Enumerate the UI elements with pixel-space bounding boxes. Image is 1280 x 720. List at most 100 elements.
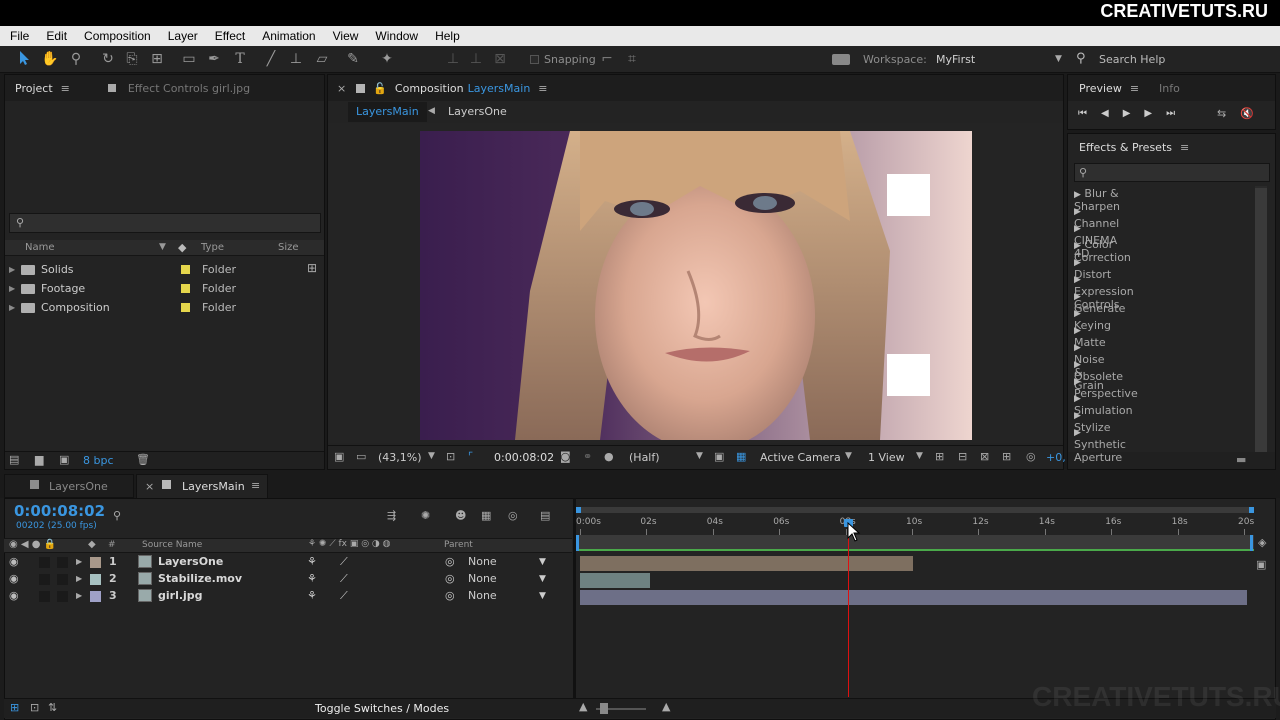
layer-label-color[interactable] (90, 591, 101, 602)
col-type[interactable]: Type (201, 242, 224, 253)
zoom-in-icon[interactable]: ▲ (662, 700, 670, 713)
safe-zones-icon[interactable]: ⌜ (468, 450, 473, 463)
prev-frame-icon[interactable]: ◀ (1101, 108, 1123, 119)
layer-name[interactable]: girl.jpg (158, 589, 203, 602)
expand-triangle-icon[interactable]: ▶ (1074, 309, 1081, 319)
panel-menu-icon[interactable]: ≡ (251, 479, 260, 492)
effect-category[interactable]: ▶ Obsolete (1074, 357, 1123, 383)
menu-effect[interactable]: Effect (215, 29, 245, 43)
quality-switch-icon[interactable]: ⟋ (340, 555, 348, 569)
zoom-dropdown-icon[interactable]: ▼ (428, 451, 435, 461)
workspace-dropdown-icon[interactable]: ▼ (1055, 54, 1062, 64)
tab-info[interactable]: Info (1159, 82, 1180, 95)
lock-icon[interactable]: 🔓 (373, 82, 387, 95)
expand-triangle-icon[interactable]: ▶ (1074, 428, 1081, 438)
loop-icon[interactable]: ⇆ (1217, 107, 1226, 120)
play-icon[interactable]: ▶ (1123, 108, 1145, 119)
menu-help[interactable]: Help (435, 29, 460, 43)
time-navigator[interactable] (576, 507, 1254, 513)
expand-triangle-icon[interactable]: ▶ (1074, 241, 1081, 251)
tab-layersmain[interactable]: × LayersMain ≡ (136, 474, 268, 498)
draft-3d-icon[interactable]: ✺ (421, 509, 430, 522)
parent-value[interactable]: None (468, 589, 497, 602)
menu-layer[interactable]: Layer (168, 29, 198, 43)
rectangle-tool-icon[interactable]: ▭ (180, 50, 198, 68)
lock-switch[interactable] (57, 591, 68, 602)
roto-brush-tool-icon[interactable]: ✎ (344, 50, 362, 68)
effects-title[interactable]: Effects & Presets (1079, 141, 1172, 154)
new-folder-icon[interactable]: ▬ (1236, 453, 1246, 466)
effect-category[interactable]: ▶ CINEMA 4D (1074, 221, 1117, 260)
layer-row[interactable]: ◉ ▶ 1 LayersOne ⚘ ⟋ ◎ None ▼ (4, 554, 572, 571)
zoom-out-icon[interactable]: ▲ (579, 700, 587, 713)
layer-row[interactable]: ◉ ▶ 2 Stabilize.mov ⚘ ⟋ ◎ None ▼ (4, 571, 572, 588)
layer-bar-girl[interactable] (580, 590, 1247, 605)
crumb-layersone[interactable]: LayersOne (448, 105, 507, 118)
axis-local-icon[interactable]: ⊥ (444, 50, 462, 68)
transfer-controls-icon[interactable]: ⊡ (30, 701, 39, 714)
next-frame-icon[interactable]: ▶ (1144, 108, 1166, 119)
zoom-slider-thumb[interactable] (600, 703, 608, 714)
work-area-bar[interactable] (576, 535, 1254, 551)
panel-menu-icon[interactable]: ≡ (61, 82, 70, 95)
brush-tool-icon[interactable]: ╱ (262, 50, 280, 68)
expand-triangle-icon[interactable]: ▶ (1074, 275, 1081, 285)
tab-layersone[interactable]: LayersOne (4, 474, 134, 498)
work-area-start[interactable] (576, 535, 579, 551)
snap-features-icon[interactable]: ⌗ (623, 50, 641, 68)
composition-tab-name[interactable]: LayersMain (468, 82, 531, 95)
pen-tool-icon[interactable]: ✒ (205, 50, 223, 68)
effects-search-input[interactable]: ⚲ (1074, 163, 1270, 182)
type-tool-icon[interactable]: T (231, 50, 249, 68)
solo-switch[interactable] (39, 557, 50, 568)
layer-row[interactable]: ◉ ▶ 3 girl.jpg ⚘ ⟋ ◎ None ▼ (4, 588, 572, 605)
layer-label-color[interactable] (90, 574, 101, 585)
exposure-value[interactable]: +0, (1046, 451, 1066, 464)
crumb-layersmain[interactable]: LayersMain (348, 102, 427, 122)
layer-name[interactable]: Stabilize.mov (158, 572, 242, 585)
layer-bar-stabilize[interactable] (580, 573, 650, 588)
close-tab-icon[interactable]: × (145, 480, 154, 493)
close-tab-icon[interactable]: × (337, 82, 346, 95)
effect-category[interactable]: ▶ Noise & Grain (1074, 340, 1105, 392)
comp-button-icon[interactable]: ◈ (1258, 536, 1266, 549)
hand-tool-icon[interactable]: ✋ (41, 50, 59, 68)
view-layout[interactable]: 1 View (868, 451, 905, 464)
quality-switch-icon[interactable]: ⟋ (340, 572, 348, 586)
work-area-end[interactable] (1250, 535, 1253, 551)
effect-category[interactable]: ▶ Color Correction (1074, 238, 1131, 264)
navigator-end-handle[interactable] (1249, 507, 1254, 513)
label-swatch[interactable] (181, 265, 190, 274)
effect-category[interactable]: ▶ Distort (1074, 255, 1111, 281)
effect-category[interactable]: ▶ Synthetic Aperture (1074, 425, 1126, 464)
monitor-icon[interactable]: ▭ (356, 450, 366, 463)
panel-menu-icon[interactable]: ≡ (538, 82, 547, 95)
expand-triangle-icon[interactable]: ▶ (1074, 411, 1081, 421)
frame-blending-icon[interactable]: ▦ (481, 509, 491, 522)
flowchart-icon[interactable]: ⊞ (1002, 450, 1011, 463)
current-time[interactable]: 0:00:08:02 (494, 451, 554, 464)
tab-preview[interactable]: Preview (1079, 82, 1122, 95)
show-snapshot-icon[interactable]: ⚭ (583, 450, 592, 463)
expand-triangle-icon[interactable]: ▶ (1074, 394, 1081, 404)
col-source-name[interactable]: Source Name (142, 540, 202, 550)
expand-triangle-icon[interactable]: ▶ (1074, 292, 1081, 302)
layer-bar-layersone[interactable] (580, 556, 913, 571)
view-dropdown-icon[interactable]: ▼ (916, 451, 923, 461)
project-item[interactable]: ▶ Solids Folder (9, 261, 309, 278)
workspace-value[interactable]: MyFirst (936, 53, 975, 66)
expand-triangle-icon[interactable]: ▶ (1074, 190, 1081, 200)
camera-tool-icon[interactable]: ⎘ (123, 50, 141, 68)
lock-switch[interactable] (57, 574, 68, 585)
layer-switches-icon[interactable]: ⊞ (10, 701, 19, 714)
zoom-level[interactable]: (43,1%) (378, 451, 422, 464)
shy-layers-icon[interactable]: ☻ (455, 509, 466, 522)
label-swatch[interactable] (181, 303, 190, 312)
interpret-footage-icon[interactable]: ▤ (9, 453, 19, 466)
comp-mini-flowchart-icon[interactable]: ⇶ (387, 509, 396, 522)
effect-category[interactable]: ▶ Stylize (1074, 408, 1110, 434)
resolution-dropdown-icon[interactable]: ▼ (696, 451, 703, 461)
project-item[interactable]: ▶ Footage Folder (9, 280, 309, 297)
layer-label-color[interactable] (90, 557, 101, 568)
expand-triangle-icon[interactable]: ▶ (9, 303, 21, 312)
